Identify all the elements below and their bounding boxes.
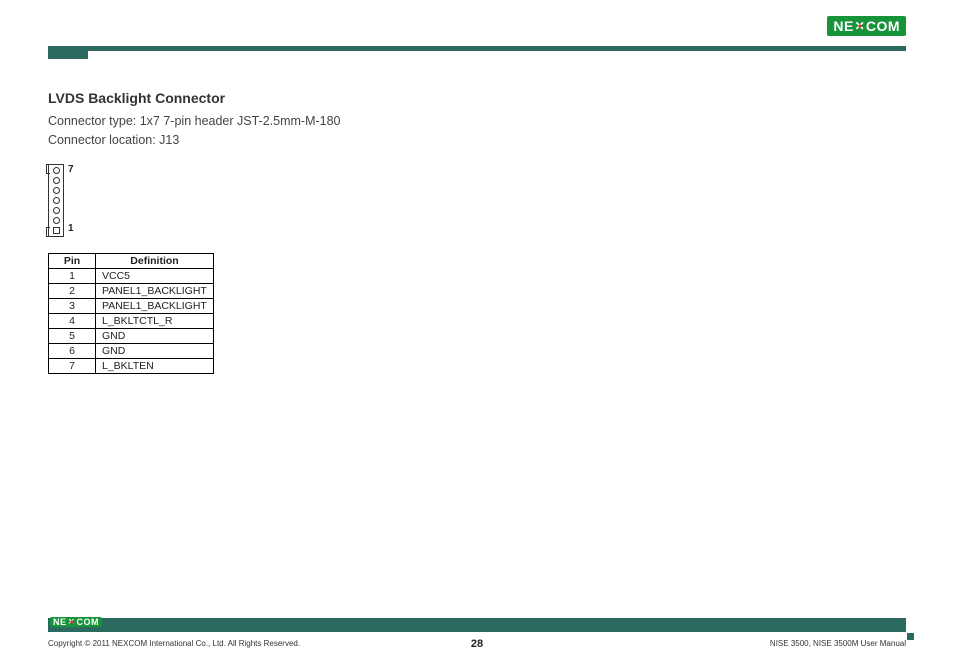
table-row: 3PANEL1_BACKLIGHT [49, 298, 214, 313]
footer-logo: NECOM [50, 612, 102, 630]
pin-diagram: 7 1 [48, 164, 906, 237]
footer-manual-name: NISE 3500, NISE 3500M User Manual [770, 639, 906, 648]
header-rule [48, 46, 906, 51]
table-row: 7L_BKLTEN [49, 358, 214, 373]
table-header-row: Pin Definition [49, 253, 214, 268]
pin-header-icon [48, 164, 64, 237]
pin-label-bottom: 1 [68, 223, 74, 234]
header-logo: NECOM [827, 16, 906, 36]
table-row: 5GND [49, 328, 214, 343]
pin-table: Pin Definition 1VCC5 2PANEL1_BACKLIGHT 3… [48, 253, 214, 374]
footer-rule [48, 618, 906, 632]
pin-label-top: 7 [68, 164, 74, 175]
connector-location: Connector location: J13 [48, 133, 179, 147]
table-row: 6GND [49, 343, 214, 358]
header-tab [48, 51, 88, 59]
table-row: 4L_BKLTCTL_R [49, 313, 214, 328]
table-header-pin: Pin [49, 253, 96, 268]
section-title: LVDS Backlight Connector [48, 90, 906, 106]
connector-type: Connector type: 1x7 7-pin header JST-2.5… [48, 114, 341, 128]
table-row: 1VCC5 [49, 268, 214, 283]
table-header-definition: Definition [96, 253, 214, 268]
table-row: 2PANEL1_BACKLIGHT [49, 283, 214, 298]
